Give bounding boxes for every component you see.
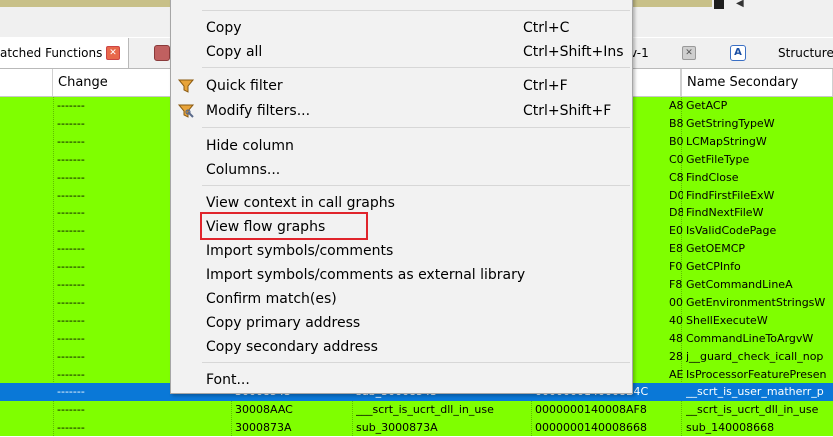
name-primary-cell: ___scrt_is_ucrt_dll_in_use [356, 403, 494, 417]
address-secondary-cell: A8 [669, 99, 683, 112]
highlight-box [200, 212, 368, 240]
menu-item-label: Modify filters... [206, 103, 311, 119]
menu-item-partial [171, 0, 632, 13]
column-header-label: Name Secondary [687, 75, 799, 90]
name-primary-cell: sub_3000873A [356, 421, 438, 435]
column-header-primary[interactable] [0, 69, 53, 96]
address-primary-cell: 3000873A [235, 421, 292, 435]
name-secondary-cell: ShellExecuteW [686, 313, 768, 327]
column-header-label: Change [58, 75, 108, 90]
name-secondary-cell: GetOEMCP [686, 242, 746, 256]
address-secondary-cell: D0 [669, 188, 683, 202]
column-header-name-secondary[interactable]: Name Secondary [681, 69, 833, 96]
close-icon[interactable]: ✕ [106, 46, 120, 60]
name-secondary-cell: j__guard_check_icall_nop [686, 349, 824, 363]
name-secondary-cell: FindFirstFileExW [686, 188, 775, 202]
name-secondary-cell: IsValidCodePage [686, 224, 777, 238]
address-secondary-cell: D8 [669, 206, 683, 220]
name-secondary-cell: CommandLineToArgvW [686, 331, 814, 345]
menu-item-import-symbols-external[interactable]: Import symbols/comments as external libr… [171, 263, 632, 287]
address-secondary-cell: F8 [669, 278, 683, 291]
name-secondary-cell: FindClose [686, 170, 739, 184]
menu-item-label: Columns... [206, 162, 281, 178]
address-secondary-cell: C8 [669, 170, 683, 184]
address-secondary-cell: E8 [669, 242, 683, 256]
name-secondary-cell: GetFileType [686, 152, 750, 166]
left-arrow-icon[interactable]: ◀ [736, 0, 744, 9]
menu-item-label: Import symbols/comments as external libr… [206, 267, 526, 283]
address-secondary-cell: F0 [669, 260, 683, 274]
name-secondary-cell: GetEnvironmentStringsW [686, 295, 826, 309]
menu-item-confirm-matches[interactable]: Confirm match(es) [171, 287, 632, 311]
tab-label: Structures [778, 46, 833, 60]
context-menu: Copy Ctrl+C Copy all Ctrl+Shift+Ins Quic… [170, 0, 633, 394]
name-secondary-cell: FindNextFileW [686, 206, 764, 220]
name-secondary-cell: __scrt_is_user_matherr_p [686, 385, 824, 399]
name-secondary-cell: GetACP [686, 99, 728, 112]
menu-separator [202, 185, 630, 186]
menu-item-hide-column[interactable]: Hide column [171, 134, 632, 158]
menu-item-shortcut: Ctrl+Shift+F [523, 103, 612, 119]
menu-item-import-symbols[interactable]: Import symbols/comments [171, 239, 632, 263]
menu-item-shortcut: Ctrl+F [523, 78, 568, 94]
name-secondary-cell: GetCommandLineA [686, 278, 793, 291]
menu-item-label: Copy secondary address [206, 339, 378, 355]
tab-v1[interactable]: v-1 [630, 38, 670, 68]
tab-matched-functions[interactable]: atched Functions ✕ [0, 38, 129, 68]
top-right-panel [712, 0, 833, 10]
scroll-thumb[interactable] [714, 0, 724, 9]
close-icon[interactable]: ✕ [682, 46, 696, 60]
address-secondary-cell: 48 [669, 331, 683, 345]
change-cell: ------- [57, 403, 85, 417]
address-secondary-cell: B8 [669, 116, 683, 130]
menu-item-copy-primary-address[interactable]: Copy primary address [171, 311, 632, 335]
menu-item-copy[interactable]: Copy Ctrl+C [171, 16, 632, 40]
menu-item-columns[interactable]: Columns... [171, 158, 632, 182]
name-secondary-cell: sub_140008668 [686, 421, 775, 435]
menu-item-quick-filter[interactable]: Quick filter Ctrl+F [171, 74, 632, 98]
menu-separator [202, 127, 630, 128]
menu-item-copy-all[interactable]: Copy all Ctrl+Shift+Ins [171, 40, 632, 64]
menu-item-label: Hide column [206, 138, 294, 154]
menu-item-copy-secondary-address[interactable]: Copy secondary address [171, 335, 632, 359]
menu-item-modify-filters[interactable]: Modify filters... Ctrl+Shift+F [171, 99, 632, 123]
menu-item-label: Font... [206, 372, 250, 388]
name-secondary-cell: GetStringTypeW [686, 116, 775, 130]
name-secondary-cell: __scrt_is_ucrt_dll_in_use [686, 403, 819, 417]
menu-item-shortcut: Ctrl+Shift+Ins [523, 44, 624, 60]
address-secondary-cell: B0 [669, 134, 683, 148]
name-secondary-cell: LCMapStringW [686, 134, 767, 148]
tab-label: atched Functions [0, 46, 103, 60]
menu-item-label: Quick filter [206, 78, 283, 94]
menu-item-label: Copy all [206, 44, 263, 60]
address-secondary-cell: C0 [669, 152, 683, 166]
menu-item-label: Copy [206, 20, 242, 36]
menu-item-label: Copy primary address [206, 315, 361, 331]
structures-icon[interactable]: A [730, 45, 746, 61]
address-secondary-cell: AE [669, 367, 683, 381]
avatar-icon[interactable] [154, 45, 170, 61]
address-secondary-cell: 40 [669, 313, 683, 327]
funnel-icon [177, 79, 195, 93]
table-row[interactable]: ------- 30008AAC ___scrt_is_ucrt_dll_in_… [0, 401, 833, 419]
menu-item-label: Confirm match(es) [206, 291, 337, 307]
menu-item-font[interactable]: Font... [171, 368, 632, 392]
address-secondary-cell: 28 [669, 349, 683, 363]
address-secondary-cell: 0000000140008AF8 [535, 403, 647, 417]
address-secondary-cell: E0 [669, 224, 683, 238]
menu-item-shortcut: Ctrl+C [523, 20, 570, 36]
name-secondary-cell: IsProcessorFeaturePresen [686, 367, 827, 381]
menu-separator [202, 362, 630, 363]
menu-item-label: Import symbols/comments [206, 243, 394, 259]
menu-separator [202, 67, 630, 68]
address-primary-cell: 30008AAC [235, 403, 293, 417]
address-secondary-cell: 00 [669, 295, 683, 309]
tab-structures[interactable]: Structures [778, 38, 833, 68]
change-cell: ------- [57, 421, 85, 435]
table-row[interactable]: ------- 3000873A sub_3000873A 0000000140… [0, 419, 833, 437]
name-secondary-cell: GetCPInfo [686, 260, 741, 274]
funnel-wrench-icon [177, 104, 195, 118]
menu-separator [202, 10, 630, 11]
address-secondary-cell: 0000000140008668 [535, 421, 647, 435]
